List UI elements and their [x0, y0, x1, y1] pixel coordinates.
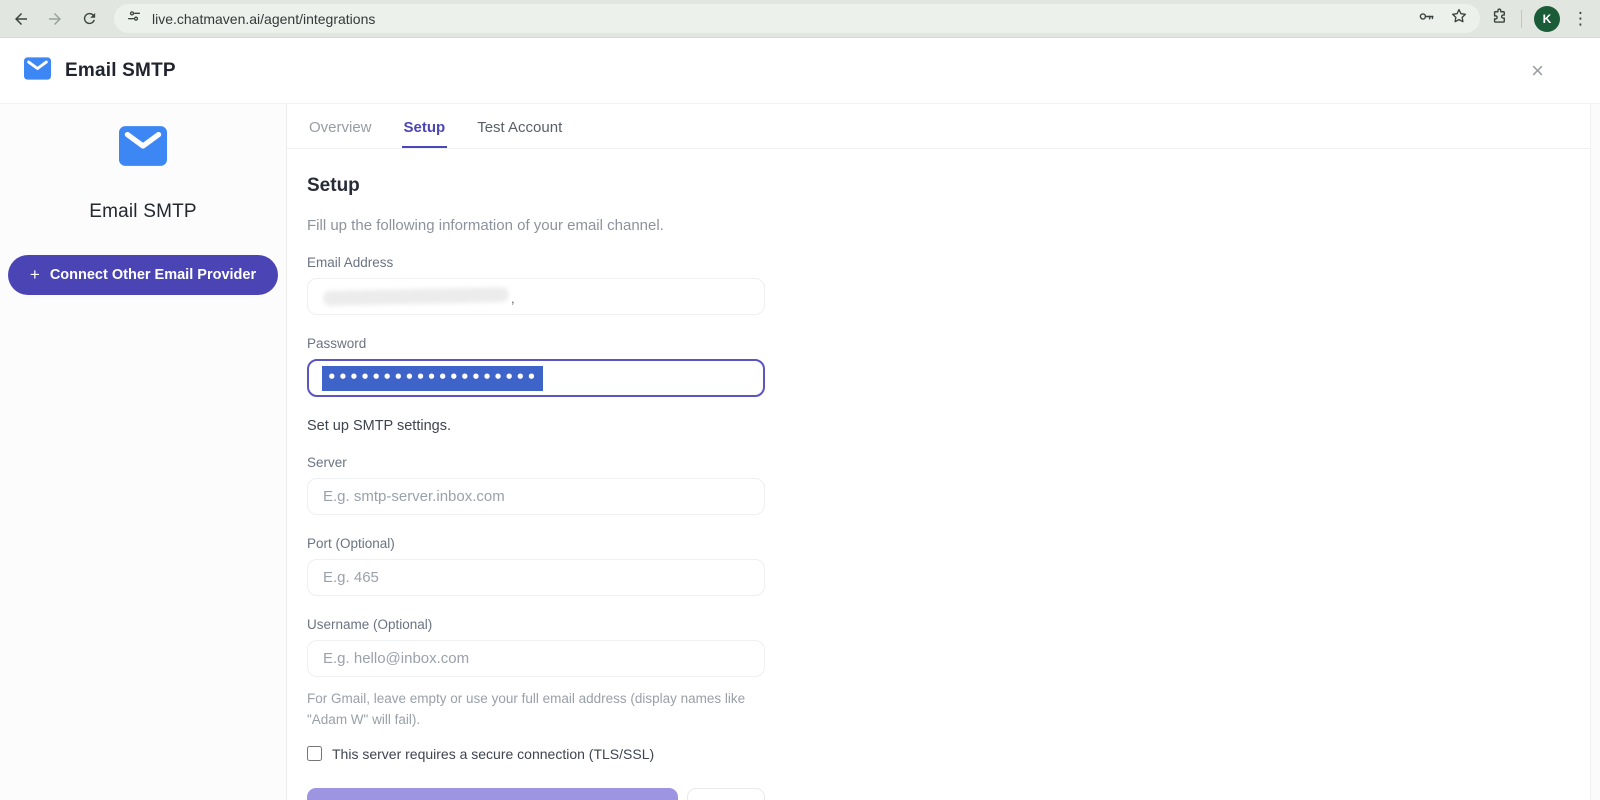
integration-header: Email SMTP × — [0, 38, 1600, 104]
connect-button-label: Connect Other Email Provider — [50, 267, 256, 283]
setup-form: Setup Fill up the following information … — [287, 149, 765, 800]
email-smtp-logo-icon — [119, 126, 167, 171]
page-scrollbar[interactable] — [1590, 104, 1600, 800]
username-help-text: For Gmail, leave empty or use your full … — [307, 689, 757, 731]
secure-connection-row[interactable]: This server requires a secure connection… — [307, 746, 765, 762]
email-smtp-icon — [24, 57, 51, 85]
forward-button[interactable] — [38, 2, 72, 36]
reload-icon — [81, 10, 98, 27]
url-text[interactable]: live.chatmaven.ai/agent/integrations — [152, 11, 1407, 27]
back-button[interactable] — [4, 2, 38, 36]
extensions-icon[interactable] — [1490, 7, 1509, 31]
back-icon — [12, 10, 30, 28]
reload-button[interactable] — [72, 2, 106, 36]
cancel-button[interactable]: Cancel — [687, 788, 765, 800]
browser-menu-icon[interactable]: ⋮ — [1572, 10, 1588, 27]
server-label: Server — [307, 455, 765, 470]
password-masked-value: ••••••••••••••••••• — [322, 366, 543, 391]
forward-icon — [46, 10, 64, 28]
toolbar-divider — [1521, 10, 1522, 28]
smtp-settings-heading: Set up SMTP settings. — [307, 418, 765, 434]
port-label: Port (Optional) — [307, 536, 765, 551]
form-description: Fill up the following information of you… — [307, 217, 765, 234]
username-input[interactable] — [307, 640, 765, 677]
site-settings-icon[interactable] — [126, 8, 142, 29]
email-address-field[interactable]: , — [307, 278, 765, 315]
main-content: Overview Setup Test Account Setup Fill u… — [287, 104, 1600, 800]
profile-avatar[interactable]: K — [1534, 6, 1560, 32]
bookmark-star-icon[interactable] — [1450, 7, 1468, 30]
redacted-email-tail: , — [511, 291, 515, 306]
redacted-email-value — [323, 287, 509, 306]
connect-other-provider-button[interactable]: + Connect Other Email Provider — [8, 255, 278, 295]
form-title: Setup — [307, 175, 765, 197]
tab-bar: Overview Setup Test Account — [287, 104, 1600, 149]
tab-test-account[interactable]: Test Account — [475, 109, 564, 148]
email-address-label: Email Address — [307, 255, 765, 270]
browser-toolbar: live.chatmaven.ai/agent/integrations K ⋮ — [0, 0, 1600, 38]
save-button[interactable]: Save — [307, 788, 678, 800]
integration-sidebar: Email SMTP + Connect Other Email Provide… — [0, 104, 287, 800]
tab-setup[interactable]: Setup — [402, 109, 448, 148]
username-label: Username (Optional) — [307, 617, 765, 632]
server-input[interactable] — [307, 478, 765, 515]
address-bar[interactable]: live.chatmaven.ai/agent/integrations — [114, 4, 1480, 33]
page-title: Email SMTP — [65, 60, 176, 82]
password-label: Password — [307, 336, 765, 351]
integration-name: Email SMTP — [89, 201, 197, 223]
password-manager-icon[interactable] — [1417, 7, 1436, 31]
tab-overview[interactable]: Overview — [307, 109, 374, 148]
password-field[interactable]: ••••••••••••••••••• — [307, 359, 765, 397]
close-icon[interactable]: × — [1531, 60, 1544, 82]
port-input[interactable] — [307, 559, 765, 596]
secure-connection-checkbox[interactable] — [307, 746, 322, 761]
plus-icon: + — [30, 265, 40, 285]
secure-connection-label: This server requires a secure connection… — [332, 746, 654, 762]
